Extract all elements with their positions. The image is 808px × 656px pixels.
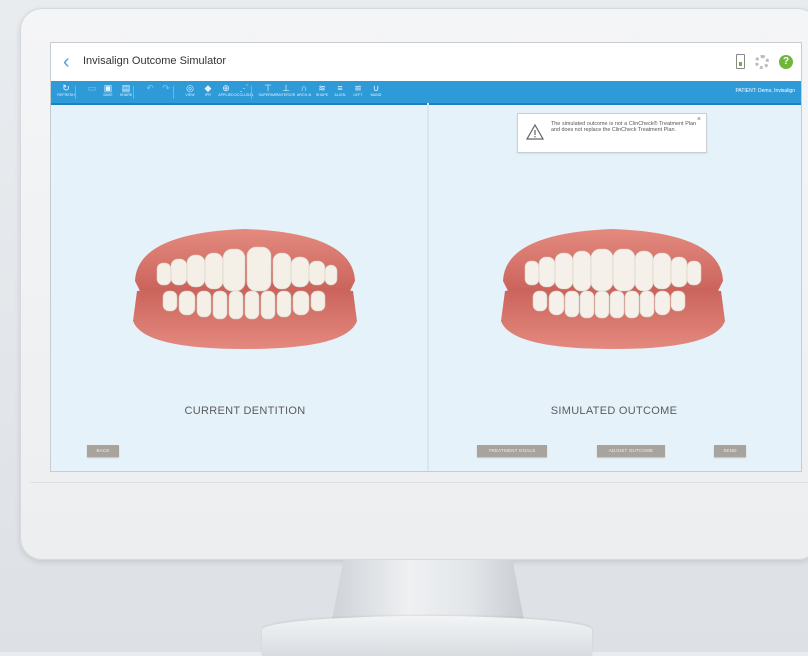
disclaimer-notice: The simulated outcome is not a ClinCheck… (517, 113, 707, 153)
toolbar-arch-view-button[interactable]: ∪ MAND (365, 83, 387, 101)
back-chevron-icon[interactable]: ‹ (63, 52, 79, 72)
title-bar: ‹ Invisalign Outcome Simulator ? (51, 43, 801, 82)
battery-icon (736, 54, 745, 69)
toolbar-separator (251, 86, 252, 99)
treatment-goals-button[interactable]: TREATMENT GOALS (477, 445, 547, 457)
adjust-outcome-button[interactable]: ADJUST OUTCOME (597, 445, 665, 457)
toolbar-refresh-button[interactable]: ↻ REFRESH (55, 83, 77, 101)
toolbar: ↻ REFRESH ▭ ▣ SAVE ▤ SHARE ↶ ↷ ◎ VIEW ◆ IPR ⊕ APPLIED ⋰… (51, 81, 801, 105)
current-dentition-caption: CURRENT DENTITION (184, 405, 306, 417)
monitor-stand-base (262, 616, 592, 656)
patient-label: PATIENT: Demo, Invisalign (735, 88, 795, 94)
monitor-chin-line (30, 482, 808, 483)
toolbar-label: MAND (370, 93, 382, 97)
warning-icon (526, 124, 544, 140)
refresh-icon: ↻ (62, 83, 70, 93)
toolbar-label: REFRESH (57, 93, 75, 97)
simulated-outcome-model[interactable] (495, 221, 731, 351)
toolbar-separator (133, 86, 134, 99)
monitor-stand-neck (332, 560, 524, 620)
send-button[interactable]: SEND (714, 445, 746, 457)
arch-view-icon: ∪ (372, 83, 380, 93)
help-icon[interactable]: ? (779, 54, 793, 69)
simulated-outcome-caption: SIMULATED OUTCOME (550, 405, 678, 417)
back-button[interactable]: BACK (87, 445, 119, 457)
current-dentition-model[interactable] (127, 221, 363, 351)
title-bar-icons: ? (736, 54, 793, 69)
toolbar-separator (173, 86, 174, 99)
gear-icon[interactable] (755, 54, 769, 69)
notice-text: The simulated outcome is not a ClinCheck… (551, 121, 696, 134)
panel-divider (427, 103, 429, 471)
toolbar-separator (75, 86, 76, 99)
app-title: Invisalign Outcome Simulator (83, 55, 227, 67)
app-screen: ‹ Invisalign Outcome Simulator ? ↻ REFRES… (50, 42, 802, 472)
close-icon[interactable]: × (697, 116, 701, 123)
